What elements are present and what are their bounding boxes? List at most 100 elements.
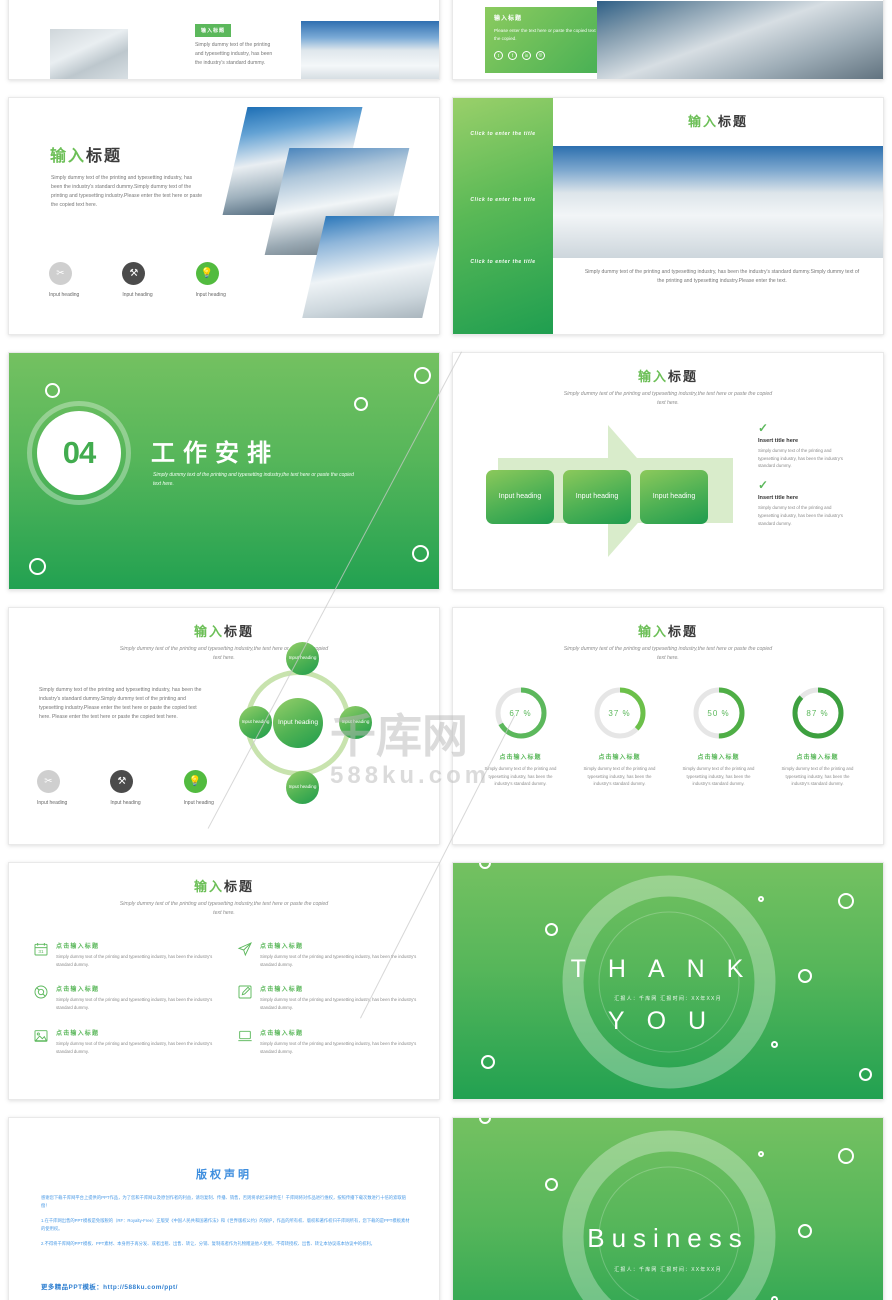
feature-label: Input heading [110,800,141,806]
photo-snow-tracks [50,29,128,79]
slide-thumbnail-0-left[interactable]: 输入标题 Simply dummy text of the printing a… [8,0,440,80]
feature-list-item[interactable]: 点击输入标题 Simply dummy text of the printing … [33,1028,219,1055]
slide-subtitle: Simply dummy text of the printing and ty… [119,646,329,661]
slide-thumbnail-1-right[interactable]: Click to enter the title Click to enter … [452,97,884,335]
slide-thumbnail-2-left-section[interactable]: 04 工作安排 Simply dummy text of the printin… [8,352,440,590]
circle-decoration [758,896,764,902]
feature-list-item[interactable]: 点击输入标题 Simply dummy text of the printing … [33,984,219,1011]
process-box-3[interactable]: Input heading [640,470,708,524]
feature-item[interactable]: 💡 Input heading [183,770,214,806]
note-title: Insert title here [758,438,799,444]
instagram-icon[interactable]: ◎ [536,50,545,60]
bubble-left[interactable]: Input heading [239,706,272,739]
donut-ring: 37 % [593,686,647,740]
title-dark-part: 标题 [224,624,255,639]
item-body: Simply dummy text of the printing and ty… [56,954,213,967]
feature-list-item[interactable]: 点击输入标题 Simply dummy text of the printing … [237,984,423,1011]
donut-caption: Simply dummy text of the printing and ty… [682,766,755,787]
slide-thumbnail-4-right-thankyou[interactable]: THANK 汇报人：千库网 汇报时间：XX年XX月 YOU [452,862,884,1100]
bubble-bottom[interactable]: Input heading [286,771,319,804]
feature-label: Input heading [49,292,80,298]
donut-category-label: 点击输入标题 [796,755,839,761]
chart-title: 输入标题 [453,621,883,640]
donut-chart-item[interactable]: 87 % 点击输入标题 Simply dummy text of the print… [772,686,864,788]
feature-label: Input heading [183,800,214,806]
item-title: 点击输入标题 [56,1030,100,1037]
twitter-icon[interactable]: t [494,50,503,60]
bubble-top[interactable]: Input heading [286,642,319,675]
lightbulb-icon: 💡 [195,262,219,285]
slide-thumbnail-5-left-copyright[interactable]: 版权声明 感谢您下载千库网平台上提供的PPT作品，为了您和千库网以及原创作者的利… [8,1117,440,1300]
feature-label: Input heading [37,800,68,806]
check-icon: ✓ [758,421,769,435]
donut-ring: 67 % [494,686,548,740]
slide-caption: Simply dummy text of the printing and ty… [584,269,860,284]
facebook-icon[interactable]: f [508,50,517,60]
circle-decoration [859,1068,872,1081]
feature-item[interactable]: ✂ Input heading [49,262,79,298]
donut-chart-item[interactable]: 67 % 点击输入标题 Simply dummy text of the print… [475,686,567,788]
feature-item[interactable]: ⚒ Input heading [110,770,141,806]
photo-mountain-range [597,1,883,79]
feature-list-item[interactable]: 点击输入标题 Simply dummy text of the printing … [237,941,423,968]
slide-thumbnail-4-left-list[interactable]: 输入标题 Simply dummy text of the printing a… [8,862,440,1100]
feature-item[interactable]: ⚒ Input heading [122,262,153,298]
donut-chart-item[interactable]: 50 % 点击输入标题 Simply dummy text of the print… [673,686,765,788]
item-title: 点击输入标题 [260,1030,304,1037]
circle-decoration [481,1055,495,1069]
donut-caption: Simply dummy text of the printing and ty… [781,766,854,787]
note-body: Simply dummy text of the printing and ty… [758,505,843,526]
slide-title: 输入标题 [453,366,883,385]
slide-thumbnail-3-left-bubbles[interactable]: 输入标题 Simply dummy text of the printing a… [8,607,440,845]
slide-thumbnail-3-right-donuts[interactable]: 输入标题 Simply dummy text of the printing a… [452,607,884,845]
slide-thumbnail-2-right-process[interactable]: 输入标题 Simply dummy text of the printing a… [452,352,884,590]
feature-list-item[interactable]: 点击输入标题 Simply dummy text of the printing … [237,1028,423,1055]
donut-value-label: 37 % [608,708,631,718]
donut-category-label: 点击输入标题 [598,755,641,761]
donut-ring: 50 % [692,686,746,740]
bubble-center[interactable]: Input heading [273,698,323,748]
chart-subtitle: Simply dummy text of the printing and ty… [563,646,773,661]
donut-caption: Simply dummy text of the printing and ty… [583,766,656,787]
circle-decoration [838,1148,854,1164]
slide-thumbnail-0-right[interactable]: 输入标题 Please enter the text here or paste… [452,0,884,80]
item-body: Simply dummy text of the printing and ty… [260,1040,417,1054]
cover-subtitle: 汇报人：千库网 汇报时间：XX年XX月 [614,1267,722,1273]
side-item-3[interactable]: Click to enter the title [453,258,553,268]
section-body: Simply dummy text of the printing and ty… [195,42,273,66]
process-box-1[interactable]: Input heading [486,470,554,524]
more-templates-link[interactable]: 更多精品PPT模板：http://588ku.com/ppt/ [41,1282,178,1291]
donut-chart-row: 67 % 点击输入标题 Simply dummy text of the print… [471,686,867,788]
process-box-2[interactable]: Input heading [563,470,631,524]
feature-list-item[interactable]: 31 点击输入标题 Simply dummy text of the printin… [33,941,219,968]
circle-decoration [771,1041,778,1048]
tools-icon: ⚒ [122,262,146,285]
circle-decoration [545,923,558,936]
title-green-part: 输入 [637,369,668,384]
linkedin-icon[interactable]: in [522,50,531,60]
slide-title: 输入标题 [553,111,883,130]
item-title: 点击输入标题 [260,944,304,950]
slide-title: 输入标题 [9,621,439,640]
thankyou-subtitle: 汇报人：千库网 汇报时间：XX年XX月 [614,996,722,1002]
feature-item[interactable]: 💡 Input heading [195,262,226,298]
slide-thumbnail-5-right-cover[interactable]: Business 汇报人：千库网 汇报时间：XX年XX月 [452,1117,884,1300]
feature-item[interactable]: ✂ Input heading [37,770,67,806]
copyright-body: 感谢您下载千库网平台上提供的PPT作品，为了您和千库网以及原创作者的利益，请勿复… [41,1194,413,1255]
lightbulb-icon: 💡 [183,770,207,793]
slide-title: 输入标题 [50,142,122,166]
side-item-2[interactable]: Click to enter the title [453,196,553,206]
slide-subtitle: Simply dummy text of the printing and ty… [119,901,329,916]
feature-items-grid: 31 点击输入标题 Simply dummy text of the printin… [33,941,423,1055]
bubble-right[interactable]: Input heading [339,706,372,739]
slide-thumbnail-1-left[interactable]: 输入标题 Simply dummy text of the printing a… [8,97,440,335]
donut-chart-item[interactable]: 37 % 点击输入标题 Simply dummy text of the print… [574,686,666,788]
slide-subtitle: Simply dummy text of the printing and ty… [563,391,773,406]
side-item-1[interactable]: Click to enter the title [453,130,553,140]
item-body: Simply dummy text of the printing and ty… [56,1040,213,1054]
circle-decoration [771,1296,778,1300]
laptop-icon [237,1028,253,1044]
circle-decoration [354,397,368,411]
title-green-part: 输入 [637,624,668,639]
section-heading: 工作安排 [151,440,279,467]
